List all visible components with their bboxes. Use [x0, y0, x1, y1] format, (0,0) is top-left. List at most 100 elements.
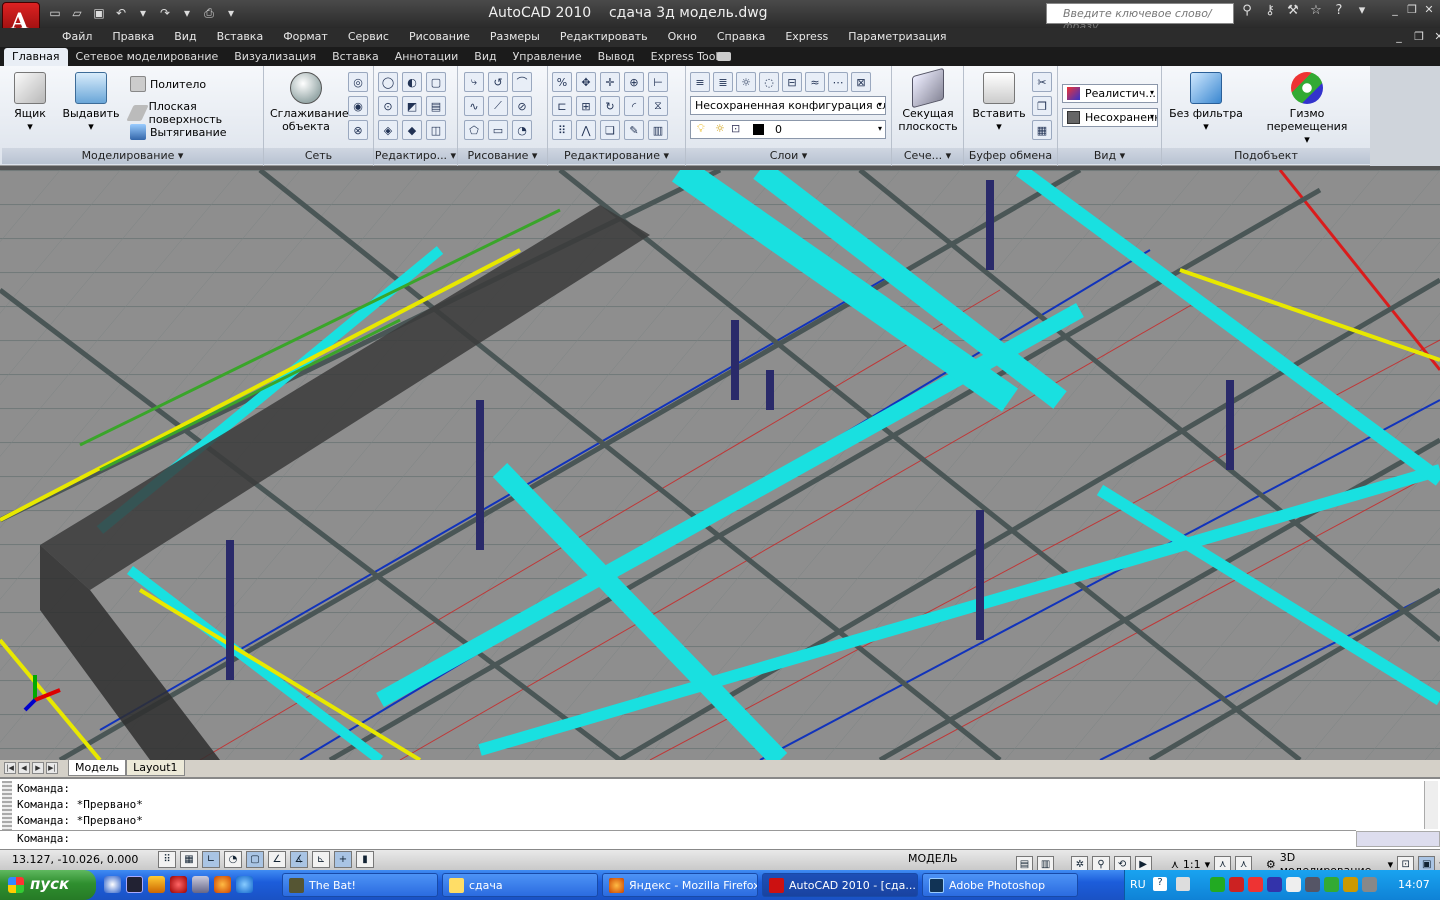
- loft-button[interactable]: Вытягивание: [130, 124, 227, 140]
- dyn-toggle-icon[interactable]: +: [334, 851, 352, 868]
- tab-manage[interactable]: Управление: [505, 48, 590, 66]
- infocenter-search-input[interactable]: Введите ключевое слово/фразу: [1046, 3, 1234, 33]
- paste-button[interactable]: Вставить ▾: [968, 72, 1030, 133]
- cut-icon[interactable]: ✂: [1032, 72, 1052, 92]
- layer-props-icon[interactable]: ≡: [690, 72, 710, 92]
- app-icon-2[interactable]: [148, 876, 165, 893]
- subtract-icon[interactable]: ◐: [402, 72, 422, 92]
- panel-title-modify[interactable]: Редактирование ▾: [548, 148, 685, 164]
- menu-express[interactable]: Express: [775, 30, 838, 43]
- tray-icon-network[interactable]: [1210, 877, 1225, 892]
- help-dropdown-icon[interactable]: ▾: [1353, 3, 1371, 23]
- arc-icon[interactable]: ⌒: [512, 72, 532, 92]
- visual-style-combo[interactable]: Реалистич... ▾: [1062, 84, 1158, 103]
- next-layout-icon[interactable]: ▶: [32, 762, 44, 774]
- panel-title-solid-editing[interactable]: Редактиро... ▾: [374, 148, 457, 164]
- show-desktop-icon[interactable]: [104, 876, 121, 893]
- layer-state-combo[interactable]: Несохраненная конфигурация слоев▾: [690, 96, 886, 115]
- layer-match-icon[interactable]: ≈: [805, 72, 825, 92]
- annotation-scale[interactable]: 1:1: [1183, 858, 1201, 871]
- spline-icon[interactable]: ∿: [464, 96, 484, 116]
- polygon-icon[interactable]: ⬠: [464, 120, 484, 140]
- tray-icon-grey[interactable]: [1305, 877, 1320, 892]
- 3d-move-icon[interactable]: ✛: [600, 72, 620, 92]
- no-filter-button[interactable]: Без фильтра ▾: [1168, 72, 1244, 133]
- help-tray-icon[interactable]: ?: [1153, 877, 1167, 891]
- line-icon[interactable]: ⟋: [488, 96, 508, 116]
- menu-tools[interactable]: Сервис: [338, 30, 399, 43]
- 3d-osnap-toggle-icon[interactable]: ∠: [268, 851, 286, 868]
- key-icon[interactable]: ⚷: [1261, 3, 1279, 23]
- imprint-icon[interactable]: ◆: [402, 120, 422, 140]
- coordinate-readout[interactable]: 13.127, -10.026, 0.000: [12, 853, 138, 866]
- panel-title-mesh[interactable]: Сеть: [264, 148, 373, 164]
- smooth-object-button[interactable]: Сглаживание объекта: [270, 72, 349, 133]
- taskbar-folder[interactable]: сдача: [442, 873, 598, 897]
- polysolid-button[interactable]: Политело: [130, 76, 206, 92]
- menu-help[interactable]: Справка: [707, 30, 775, 43]
- doc-close-icon[interactable]: ✕: [1432, 30, 1440, 44]
- menu-format[interactable]: Формат: [273, 30, 338, 43]
- tab-insert[interactable]: Вставка: [324, 48, 387, 66]
- close-icon[interactable]: ✕: [1422, 3, 1436, 17]
- binoculars-icon[interactable]: ⚲: [1238, 3, 1256, 23]
- view-name-combo[interactable]: Несохраненн ▾: [1062, 108, 1158, 127]
- move-gizmo-button[interactable]: Гизмо перемещения ▾: [1250, 72, 1364, 146]
- tray-icon-red[interactable]: [1248, 877, 1263, 892]
- panel-title-view[interactable]: Вид ▾: [1058, 148, 1161, 164]
- slice-icon[interactable]: ◩: [402, 96, 422, 116]
- language-indicator[interactable]: RU: [1130, 878, 1146, 891]
- rectangle-icon[interactable]: ▭: [488, 120, 508, 140]
- command-horizontal-scrollbar[interactable]: [1356, 831, 1440, 847]
- ribbon-minimize-button[interactable]: [717, 52, 731, 61]
- app-icon-3[interactable]: [192, 876, 209, 893]
- tab-annotate[interactable]: Аннотации: [387, 48, 467, 66]
- snap-toggle-icon[interactable]: ⠿: [158, 851, 176, 868]
- panel-title-section[interactable]: Сече... ▾: [892, 148, 963, 164]
- ortho-toggle-icon[interactable]: ∟: [202, 851, 220, 868]
- doc-restore-icon[interactable]: ❐: [1412, 30, 1426, 44]
- menu-modify[interactable]: Редактировать: [550, 30, 658, 43]
- opera-icon[interactable]: [170, 876, 187, 893]
- union-icon[interactable]: ◯: [378, 72, 398, 92]
- layer-lock-icon[interactable]: ⊟: [782, 72, 802, 92]
- layer-off-icon[interactable]: ◌: [759, 72, 779, 92]
- menu-edit[interactable]: Правка: [102, 30, 164, 43]
- erase-icon[interactable]: ▥: [648, 120, 668, 140]
- 3d-align-icon[interactable]: ⊕: [624, 72, 644, 92]
- tray-icon-white[interactable]: [1286, 877, 1301, 892]
- taskbar-autocad[interactable]: AutoCAD 2010 - [сда...: [762, 873, 918, 897]
- extrude-button[interactable]: Выдавить ▾: [62, 72, 120, 133]
- tab-render[interactable]: Визуализация: [226, 48, 324, 66]
- taskbar-photoshop[interactable]: Adobe Photoshop: [922, 873, 1078, 897]
- layer-freeze-icon[interactable]: ☼: [736, 72, 756, 92]
- otrack-toggle-icon[interactable]: ∡: [290, 851, 308, 868]
- trim-icon[interactable]: ⊢: [648, 72, 668, 92]
- layer-unlock-icon[interactable]: ⊠: [851, 72, 871, 92]
- match-props-icon[interactable]: ✎: [624, 120, 644, 140]
- restore-icon[interactable]: ❐: [1405, 3, 1419, 17]
- ducs-toggle-icon[interactable]: ⊾: [312, 851, 330, 868]
- mesh-crease-icon[interactable]: ◉: [348, 96, 368, 116]
- tray-icon-green[interactable]: [1324, 877, 1339, 892]
- ellipse-icon[interactable]: ◔: [512, 120, 532, 140]
- clock[interactable]: 14:07: [1398, 878, 1430, 891]
- menu-draw[interactable]: Рисование: [399, 30, 480, 43]
- align-icon[interactable]: ⊏: [552, 96, 572, 116]
- osnap-toggle-icon[interactable]: ▢: [246, 851, 264, 868]
- polyline-icon[interactable]: ⤷: [464, 72, 484, 92]
- tab-output[interactable]: Вывод: [590, 48, 643, 66]
- extract-edges-icon[interactable]: ▢: [426, 72, 446, 92]
- tab-view[interactable]: Вид: [466, 48, 504, 66]
- fillet-icon[interactable]: ◜: [624, 96, 644, 116]
- command-line-input[interactable]: [0, 830, 1356, 848]
- mirror-icon[interactable]: ⧖: [648, 96, 668, 116]
- taskbar-thebat[interactable]: The Bat!: [282, 873, 438, 897]
- planar-surface-button[interactable]: Плоская поверхность: [126, 100, 263, 126]
- layer-walk-icon[interactable]: ⋯: [828, 72, 848, 92]
- app-icon-1[interactable]: [126, 876, 143, 893]
- current-layer-combo[interactable]: 💡︎ ☼ ⊡ 0 ▾: [690, 120, 886, 139]
- mesh-refine-icon[interactable]: ◎: [348, 72, 368, 92]
- model-space-button[interactable]: МОДЕЛЬ: [908, 852, 958, 865]
- star-icon[interactable]: ☆: [1307, 3, 1325, 23]
